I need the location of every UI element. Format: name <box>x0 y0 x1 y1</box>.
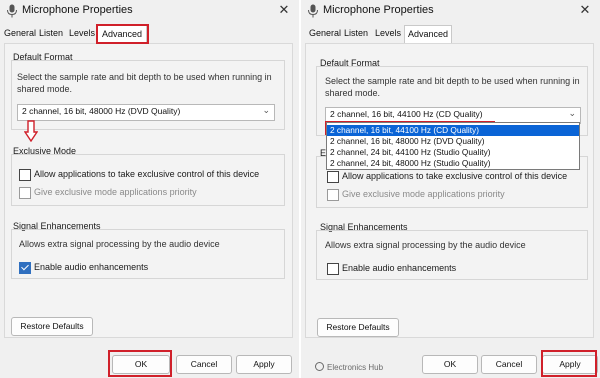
chevron-down-icon: ⌄ <box>262 105 270 115</box>
default-format-value: 2 channel, 16 bit, 44100 Hz (CD Quality) <box>330 109 483 119</box>
microphone-icon <box>307 4 319 18</box>
enable-enhancements-checkbox[interactable] <box>327 263 339 275</box>
allow-exclusive-label: Allow applications to take exclusive con… <box>342 171 568 181</box>
tab-advanced[interactable]: Advanced <box>97 25 147 43</box>
watermark: Electronics Hub <box>315 362 383 372</box>
signal-enhancements-description: Allows extra signal processing by the au… <box>325 240 526 250</box>
give-priority-checkbox[interactable] <box>19 187 31 199</box>
format-option[interactable]: 2 channel, 16 bit, 44100 Hz (CD Quality) <box>327 125 579 136</box>
allow-exclusive-label: Allow applications to take exclusive con… <box>34 169 260 179</box>
format-option[interactable]: 2 channel, 16 bit, 48000 Hz (DVD Quality… <box>327 136 579 147</box>
give-priority-label: Give exclusive mode applications priorit… <box>34 187 197 197</box>
give-priority-label: Give exclusive mode applications priorit… <box>342 189 505 199</box>
allow-exclusive-checkbox[interactable] <box>327 171 339 183</box>
title-bar: Microphone Properties ✕ <box>301 0 600 22</box>
window-title: Microphone Properties <box>323 4 434 16</box>
format-dropdown-list: 2 channel, 16 bit, 44100 Hz (CD Quality)… <box>326 122 580 170</box>
restore-defaults-button[interactable]: Restore Defaults <box>11 317 93 336</box>
left-properties-dialog: Microphone Properties ✕ General Listen L… <box>0 0 299 378</box>
enable-enhancements-label: Enable audio enhancements <box>34 262 149 272</box>
cancel-button[interactable]: Cancel <box>176 355 232 374</box>
microphone-icon <box>6 4 18 18</box>
ok-button[interactable]: OK <box>422 355 478 374</box>
chevron-down-icon: ⌄ <box>568 108 576 118</box>
close-icon[interactable]: ✕ <box>578 2 592 18</box>
format-option[interactable]: 2 channel, 24 bit, 44100 Hz (Studio Qual… <box>327 147 579 158</box>
format-option[interactable]: 2 channel, 24 bit, 48000 Hz (Studio Qual… <box>327 158 579 169</box>
default-format-select[interactable]: 2 channel, 16 bit, 48000 Hz (DVD Quality… <box>17 104 275 121</box>
close-icon[interactable]: ✕ <box>277 2 291 18</box>
apply-button[interactable]: Apply <box>236 355 292 374</box>
exclusive-mode-group <box>11 154 285 206</box>
advanced-panel: Default Format Select the sample rate an… <box>4 43 293 338</box>
title-bar: Microphone Properties ✕ <box>0 0 299 22</box>
ok-button[interactable]: OK <box>112 355 170 374</box>
restore-defaults-button[interactable]: Restore Defaults <box>317 318 399 337</box>
default-format-value: 2 channel, 16 bit, 48000 Hz (DVD Quality… <box>22 106 181 116</box>
cancel-button[interactable]: Cancel <box>481 355 537 374</box>
tab-levels[interactable]: Levels <box>68 25 96 41</box>
enable-enhancements-checkbox[interactable] <box>19 262 31 274</box>
watermark-text: Electronics Hub <box>327 363 384 372</box>
right-properties-dialog: Microphone Properties ✕ General Listen L… <box>301 0 600 378</box>
default-format-description: Select the sample rate and bit depth to … <box>325 76 580 98</box>
enable-enhancements-label: Enable audio enhancements <box>342 263 457 273</box>
advanced-panel: Default Format Select the sample rate an… <box>305 43 594 338</box>
tab-strip: General Listen Levels Advanced <box>0 25 299 43</box>
logo-icon <box>315 362 324 371</box>
tab-general[interactable]: General <box>4 25 36 41</box>
tab-general[interactable]: General <box>309 25 341 41</box>
window-title: Microphone Properties <box>22 4 133 16</box>
tab-levels[interactable]: Levels <box>374 25 402 41</box>
tab-listen[interactable]: Listen <box>38 25 64 41</box>
allow-exclusive-checkbox[interactable] <box>19 169 31 181</box>
down-arrow-icon <box>24 120 38 142</box>
tab-listen[interactable]: Listen <box>343 25 369 41</box>
default-format-description: Select the sample rate and bit depth to … <box>17 72 272 94</box>
apply-button[interactable]: Apply <box>542 355 598 374</box>
signal-enhancements-description: Allows extra signal processing by the au… <box>19 239 220 249</box>
tab-strip: General Listen Levels Advanced <box>301 25 600 43</box>
give-priority-checkbox[interactable] <box>327 189 339 201</box>
tab-advanced[interactable]: Advanced <box>404 25 452 43</box>
